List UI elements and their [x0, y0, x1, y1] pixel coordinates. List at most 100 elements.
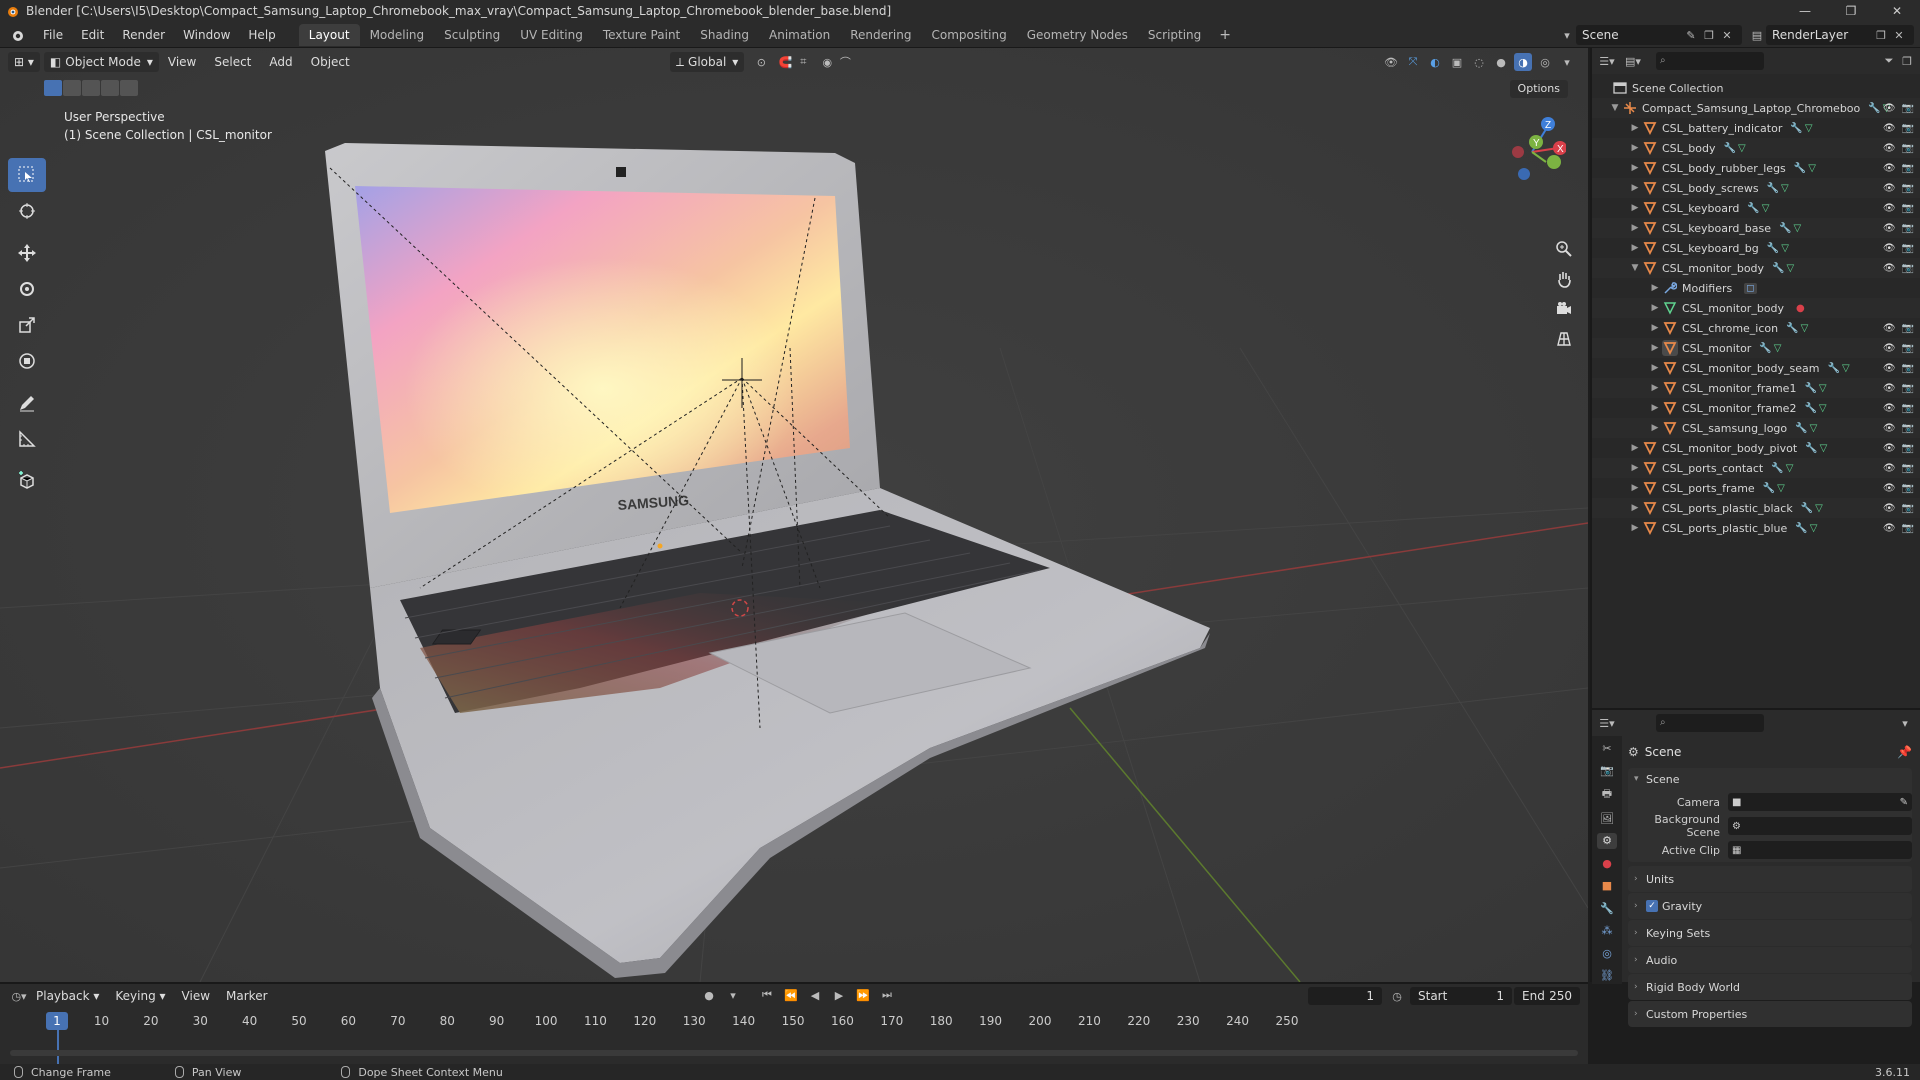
outliner-editor-type-icon[interactable]: ☰▾ [1598, 52, 1616, 70]
rotate-tool[interactable] [8, 272, 46, 306]
add-workspace-button[interactable]: + [1211, 27, 1239, 43]
preview-range-icon[interactable]: ◷ [1388, 987, 1406, 1005]
camera-icon[interactable]: 📷 [1902, 503, 1914, 514]
tab-uv-editing[interactable]: UV Editing [510, 24, 593, 46]
gizmo-toggle-icon[interactable]: ⤧ [1404, 53, 1422, 71]
eye-icon[interactable]: 👁 [1883, 503, 1896, 514]
solid-shading-icon[interactable]: ● [1492, 53, 1510, 71]
move-tool[interactable] [8, 236, 46, 270]
new-scene-icon[interactable]: ❐ [1700, 26, 1718, 44]
outliner-item[interactable]: ▶ CSL_keyboard 🔧 ▽ 👁 📷 [1592, 198, 1920, 218]
chevron-right-icon[interactable]: ▶ [1648, 363, 1662, 373]
camera-icon[interactable]: 📷 [1902, 343, 1914, 354]
snap-icon[interactable]: 🧲 [776, 53, 794, 71]
chevron-right-icon[interactable]: ▶ [1628, 163, 1642, 173]
measure-tool[interactable] [8, 422, 46, 456]
mesh-data-icon[interactable]: ▽ [1819, 383, 1827, 394]
outliner-item[interactable]: ▶ CSL_chrome_icon 🔧 ▽ 👁 📷 [1592, 318, 1920, 338]
chevron-right-icon[interactable]: ▶ [1628, 243, 1642, 253]
tab-layout[interactable]: Layout [298, 23, 360, 46]
modifier-icon[interactable]: 🔧 [1772, 263, 1784, 274]
navigation-gizmo[interactable]: Z X Y [1496, 112, 1566, 194]
tab-geometry-nodes[interactable]: Geometry Nodes [1017, 24, 1138, 46]
tab-render[interactable]: 📷 [1597, 763, 1617, 780]
camera-view-button[interactable] [1550, 298, 1578, 320]
outliner-scene-collection[interactable]: Scene Collection [1592, 78, 1920, 98]
viewport-menu-view[interactable]: View [159, 55, 205, 69]
active-clip-field[interactable]: ▦ [1728, 841, 1912, 859]
mesh-data-icon[interactable]: ▽ [1805, 123, 1813, 134]
mesh-data-icon[interactable]: ▽ [1777, 483, 1785, 494]
tab-physics[interactable]: ◎ [1597, 945, 1617, 962]
eyedropper-icon[interactable]: ✎ [1900, 797, 1908, 808]
select-extend-icon[interactable] [63, 80, 81, 96]
eye-icon[interactable]: 👁 [1883, 483, 1896, 494]
playhead-frame[interactable]: 1 [46, 1012, 68, 1030]
eye-icon[interactable]: 👁 [1883, 183, 1896, 194]
eye-icon[interactable]: 👁 [1883, 143, 1896, 154]
camera-icon[interactable]: 📷 [1902, 183, 1914, 194]
camera-icon[interactable]: 📷 [1902, 443, 1914, 454]
mesh-data-icon[interactable]: ▽ [1762, 203, 1770, 214]
background-scene-field[interactable]: ⚙ [1728, 817, 1912, 835]
play-reverse-icon[interactable]: ◀ [806, 986, 824, 1004]
camera-icon[interactable]: 📷 [1902, 203, 1914, 214]
outliner-item[interactable]: ▶ CSL_monitor_body_seam 🔧 ▽ 👁 📷 [1592, 358, 1920, 378]
mesh-data-icon[interactable]: ▽ [1787, 263, 1795, 274]
eye-icon[interactable]: 👁 [1883, 103, 1896, 114]
pin-icon[interactable]: ✎ [1682, 26, 1700, 44]
delete-scene-icon[interactable]: ✕ [1718, 26, 1736, 44]
camera-icon[interactable]: 📷 [1902, 423, 1914, 434]
shading-options-icon[interactable]: ▾ [1558, 53, 1576, 71]
modifier-icon[interactable]: 🔧 [1805, 443, 1817, 454]
chevron-right-icon[interactable]: ▶ [1628, 503, 1642, 513]
select-intersect-icon[interactable] [120, 80, 138, 96]
falloff-icon[interactable]: ⌒ [836, 53, 854, 71]
subsurf-modifier-icon[interactable]: ◻ [1744, 282, 1757, 294]
tab-world[interactable]: ● [1597, 855, 1617, 872]
next-keyframe-icon[interactable]: ⏩ [854, 986, 872, 1004]
new-collection-icon[interactable]: ❐ [1898, 52, 1916, 70]
snap-target-icon[interactable]: ⌗ [794, 53, 812, 71]
jump-end-icon[interactable]: ⏭ [878, 986, 896, 1004]
display-mode-icon[interactable]: ▤▾ [1624, 52, 1642, 70]
camera-icon[interactable]: 📷 [1902, 143, 1914, 154]
current-frame-field[interactable]: 1 [1308, 987, 1382, 1005]
scale-tool[interactable] [8, 308, 46, 342]
menu-help[interactable]: Help [239, 28, 284, 42]
cursor-tool[interactable] [8, 194, 46, 228]
tab-animation[interactable]: Animation [759, 24, 840, 46]
outliner-item[interactable]: ▶ CSL_keyboard_base 🔧 ▽ 👁 📷 [1592, 218, 1920, 238]
mesh-data-icon[interactable]: ▽ [1820, 443, 1828, 454]
modifier-icon[interactable]: 🔧 [1795, 423, 1807, 434]
menu-edit[interactable]: Edit [72, 28, 113, 42]
eye-icon[interactable]: 👁 [1883, 243, 1896, 254]
minimize-button[interactable]: — [1782, 0, 1828, 22]
outliner-item[interactable]: ▶ CSL_ports_plastic_blue 🔧 ▽ 👁 📷 [1592, 518, 1920, 538]
outliner-search-input[interactable]: ⌕ [1656, 52, 1764, 70]
modifier-icon[interactable]: 🔧 [1724, 143, 1736, 154]
view-layer-browse-icon[interactable]: ▤ [1748, 26, 1766, 44]
chevron-right-icon[interactable]: ▶ [1648, 383, 1662, 393]
camera-icon[interactable]: 📷 [1902, 463, 1914, 474]
modifier-icon[interactable]: 🔧 [1794, 163, 1806, 174]
scene-selector[interactable]: Scene ✎ ❐ ✕ [1576, 25, 1742, 45]
tab-modeling[interactable]: Modeling [360, 24, 435, 46]
outliner-item[interactable]: ▶ CSL_monitor_body_pivot 🔧 ▽ 👁 📷 [1592, 438, 1920, 458]
chevron-right-icon[interactable]: ▶ [1628, 443, 1642, 453]
camera-icon[interactable]: 📷 [1902, 383, 1914, 394]
modifier-icon[interactable]: 🔧 [1747, 203, 1759, 214]
eye-icon[interactable]: 👁 [1883, 123, 1896, 134]
camera-icon[interactable]: 📷 [1902, 323, 1914, 334]
chevron-down-icon[interactable]: ▼ [1628, 263, 1642, 273]
viewport-menu-add[interactable]: Add [260, 55, 301, 69]
chevron-right-icon[interactable]: ▶ [1628, 223, 1642, 233]
tab-scripting[interactable]: Scripting [1138, 24, 1211, 46]
prev-keyframe-icon[interactable]: ⏪ [782, 986, 800, 1004]
tab-scene[interactable]: ⚙ [1597, 832, 1617, 849]
modifier-icon[interactable]: 🔧 [1779, 223, 1791, 234]
camera-icon[interactable]: 📷 [1902, 403, 1914, 414]
camera-icon[interactable]: 📷 [1902, 263, 1914, 274]
visibility-icon[interactable]: 👁 [1382, 53, 1400, 71]
camera-icon[interactable]: 📷 [1902, 243, 1914, 254]
